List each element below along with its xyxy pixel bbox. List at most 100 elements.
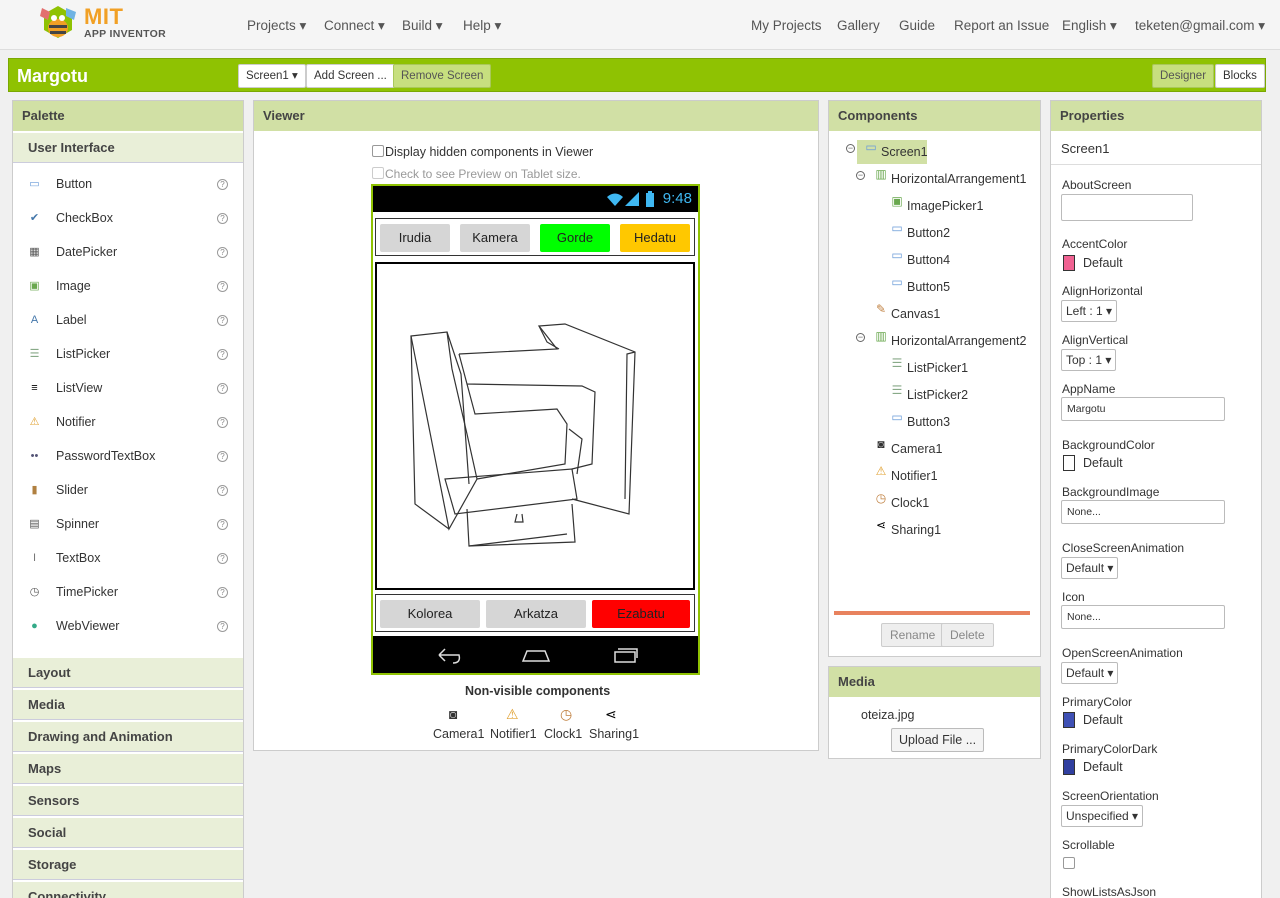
palette-item-button[interactable]: ▭ Button? xyxy=(27,175,228,195)
prop-bgcolor-value[interactable]: Default xyxy=(1083,456,1123,470)
nav-report-issue[interactable]: Report an Issue xyxy=(954,18,1049,33)
help-icon[interactable]: ? xyxy=(217,451,228,462)
prop-bgimage-picker[interactable]: None... xyxy=(1061,500,1225,524)
collapse-toggle-icon[interactable]: − xyxy=(856,333,865,342)
help-icon[interactable]: ? xyxy=(217,485,228,496)
prop-scrollable-checkbox[interactable] xyxy=(1063,857,1075,869)
component-notifier1[interactable]: ⚠ Notifier1 xyxy=(856,464,1040,488)
blocks-button[interactable]: Blocks xyxy=(1215,64,1265,88)
app-inventor-logo[interactable]: MIT APP INVENTOR xyxy=(36,4,166,44)
help-icon[interactable]: ? xyxy=(217,417,228,428)
phone-button-irudia[interactable]: Irudia xyxy=(380,224,450,252)
prop-accent-value[interactable]: Default xyxy=(1083,256,1123,270)
component-imagepicker1[interactable]: ▣ ImagePicker1 xyxy=(872,194,1040,218)
nav-connect-menu[interactable]: Connect ▾ xyxy=(324,18,385,34)
phone-button-gorde[interactable]: Gorde xyxy=(540,224,610,252)
canvas-drawing[interactable] xyxy=(375,262,695,590)
component-listpicker2[interactable]: ☰ ListPicker2 xyxy=(872,383,1040,407)
prop-primary-swatch[interactable] xyxy=(1063,712,1075,728)
phone-button-ezabatu[interactable]: Ezabatu xyxy=(592,600,690,628)
help-icon[interactable]: ? xyxy=(217,213,228,224)
add-screen-button[interactable]: Add Screen ... xyxy=(306,64,395,88)
tablet-preview-checkbox[interactable] xyxy=(372,167,384,179)
component-clock1[interactable]: ◷ Clock1 xyxy=(856,491,1040,515)
prop-accent-swatch[interactable] xyxy=(1063,255,1075,271)
display-hidden-checkbox[interactable] xyxy=(372,145,384,157)
prop-primary-dark-value[interactable]: Default xyxy=(1083,760,1123,774)
palette-item-spinner[interactable]: ▤ Spinner? xyxy=(27,515,228,535)
prop-orientation-select[interactable]: Unspecified ▾ xyxy=(1061,805,1144,827)
phone-button-arkatza[interactable]: Arkatza xyxy=(486,600,586,628)
prop-open-anim-select[interactable]: Default ▾ xyxy=(1061,662,1119,684)
nav-help-menu[interactable]: Help ▾ xyxy=(463,18,501,34)
rename-button[interactable]: Rename xyxy=(881,623,945,647)
prop-close-anim-select[interactable]: Default ▾ xyxy=(1061,557,1119,579)
upload-file-button[interactable]: Upload File ... xyxy=(891,728,985,752)
nav-build-menu[interactable]: Build ▾ xyxy=(402,18,443,34)
component-button3[interactable]: ▭ Button3 xyxy=(872,410,1040,434)
designer-button[interactable]: Designer xyxy=(1152,64,1215,88)
palette-item-listpicker[interactable]: ☰ ListPicker? xyxy=(27,345,228,365)
component-sharing1[interactable]: ⋖ Sharing1 xyxy=(856,518,1040,542)
palette-item-timepicker[interactable]: ◷ TimePicker? xyxy=(27,583,228,603)
palette-item-datepicker[interactable]: ▦ DatePicker? xyxy=(27,243,228,263)
nav-account-menu[interactable]: teketen@gmail.com ▾ xyxy=(1135,18,1265,34)
prop-alignh-select[interactable]: Left : 1 ▾ xyxy=(1061,300,1118,322)
palette-category-sensors[interactable]: Sensors xyxy=(13,786,243,816)
palette-category-drawing-and-animation[interactable]: Drawing and Animation xyxy=(13,722,243,752)
palette-item-label[interactable]: A Label? xyxy=(27,311,228,331)
help-icon[interactable]: ? xyxy=(217,315,228,326)
component-canvas1[interactable]: ✎ Canvas1 xyxy=(856,302,1040,326)
palette-category-maps[interactable]: Maps xyxy=(13,754,243,784)
help-icon[interactable]: ? xyxy=(217,519,228,530)
palette-item-webviewer[interactable]: ● WebViewer? xyxy=(27,617,228,637)
media-file-item[interactable]: oteiza.jpg xyxy=(861,708,915,722)
palette-category-connectivity[interactable]: Connectivity xyxy=(13,882,243,898)
phone-button-kamera[interactable]: Kamera xyxy=(460,224,530,252)
phone-button-kolorea[interactable]: Kolorea xyxy=(380,600,480,628)
palette-category-social[interactable]: Social xyxy=(13,818,243,848)
palette-item-checkbox[interactable]: ✔ CheckBox? xyxy=(27,209,228,229)
palette-item-image[interactable]: ▣ Image? xyxy=(27,277,228,297)
prop-primary-value[interactable]: Default xyxy=(1083,713,1123,727)
help-icon[interactable]: ? xyxy=(217,621,228,632)
help-icon[interactable]: ? xyxy=(217,179,228,190)
prop-primary-dark-swatch[interactable] xyxy=(1063,759,1075,775)
help-icon[interactable]: ? xyxy=(217,587,228,598)
prop-appname-input[interactable]: Margotu xyxy=(1061,397,1225,421)
palette-item-notifier[interactable]: ⚠ Notifier? xyxy=(27,413,228,433)
component-screen1[interactable]: − ▭ Screen1 xyxy=(846,140,928,164)
palette-category-user-interface[interactable]: User Interface xyxy=(13,133,243,163)
component-button4[interactable]: ▭ Button4 xyxy=(872,248,1040,272)
palette-category-layout[interactable]: Layout xyxy=(13,658,243,688)
nav-projects-menu[interactable]: Projects ▾ xyxy=(247,18,306,34)
help-icon[interactable]: ? xyxy=(217,247,228,258)
remove-screen-button[interactable]: Remove Screen xyxy=(393,64,492,88)
palette-item-listview[interactable]: ≡ ListView? xyxy=(27,379,228,399)
component-horizontalarrangement2[interactable]: − ▥ HorizontalArrangement2 xyxy=(856,329,1040,353)
nav-gallery[interactable]: Gallery xyxy=(837,18,880,33)
nonvisible-camera1[interactable]: Camera1 xyxy=(433,727,484,741)
palette-item-textbox[interactable]: I TextBox? xyxy=(27,549,228,569)
component-button2[interactable]: ▭ Button2 xyxy=(872,221,1040,245)
component-listpicker1[interactable]: ☰ ListPicker1 xyxy=(872,356,1040,380)
prop-icon-picker[interactable]: None... xyxy=(1061,605,1225,629)
horizontal-arrangement-2[interactable]: Kolorea Arkatza Ezabatu xyxy=(375,594,695,632)
component-horizontalarrangement1[interactable]: − ▥ HorizontalArrangement1 xyxy=(856,167,1040,191)
help-icon[interactable]: ? xyxy=(217,383,228,394)
prop-alignv-select[interactable]: Top : 1 ▾ xyxy=(1061,349,1117,371)
component-button5[interactable]: ▭ Button5 xyxy=(872,275,1040,299)
delete-button[interactable]: Delete xyxy=(941,623,994,647)
nav-guide[interactable]: Guide xyxy=(899,18,935,33)
help-icon[interactable]: ? xyxy=(217,281,228,292)
help-icon[interactable]: ? xyxy=(217,553,228,564)
palette-item-passwordtextbox[interactable]: •• PasswordTextBox? xyxy=(27,447,228,467)
collapse-toggle-icon[interactable]: − xyxy=(846,144,855,153)
nonvisible-notifier1[interactable]: Notifier1 xyxy=(490,727,537,741)
nonvisible-sharing1[interactable]: Sharing1 xyxy=(589,727,639,741)
screen-select[interactable]: Screen1 ▾ xyxy=(238,64,306,88)
palette-category-storage[interactable]: Storage xyxy=(13,850,243,880)
nav-language-menu[interactable]: English ▾ xyxy=(1062,18,1117,34)
nonvisible-clock1[interactable]: Clock1 xyxy=(544,727,582,741)
nav-my-projects[interactable]: My Projects xyxy=(751,18,822,33)
